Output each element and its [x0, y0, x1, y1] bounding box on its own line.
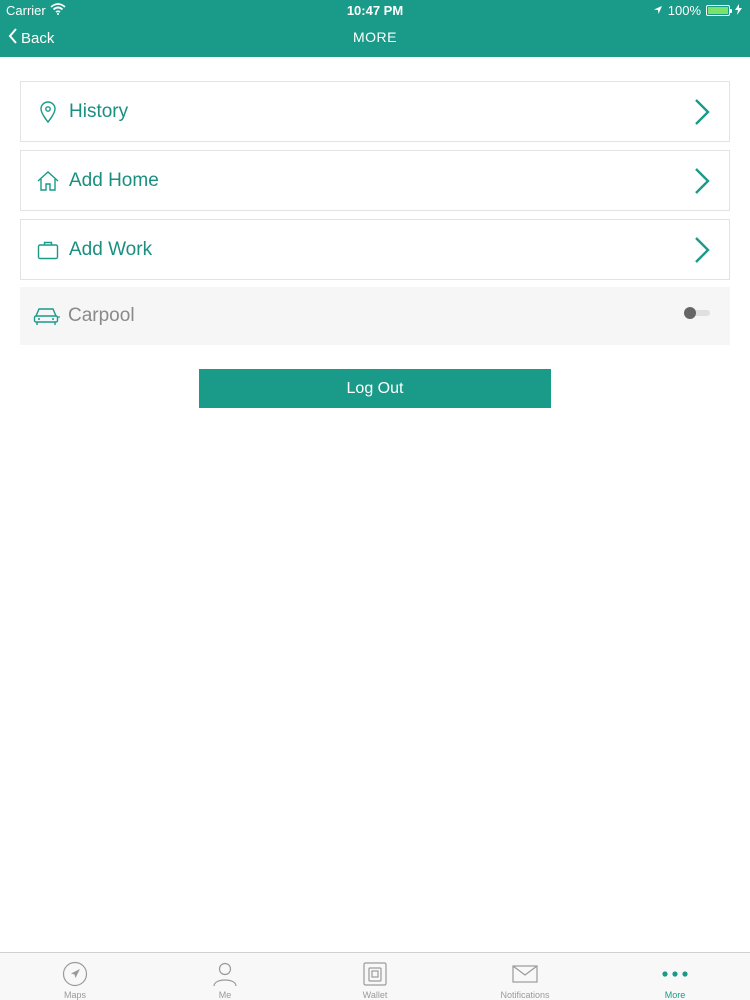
chevron-right-icon	[693, 98, 711, 126]
tab-label: Maps	[63, 990, 86, 1000]
battery-icon	[706, 5, 732, 16]
more-dots-icon	[661, 959, 689, 988]
wallet-icon	[362, 959, 388, 988]
more-screen: Carrier 10:47 PM 100% Back MORE History …	[0, 0, 750, 1000]
person-icon	[212, 959, 238, 988]
page-title: MORE	[353, 29, 397, 45]
tab-label: More	[664, 990, 686, 1000]
menu-item-label: History	[69, 100, 129, 122]
menu-item-add-work[interactable]: Add Work	[20, 219, 730, 280]
carpool-row: Carpool	[20, 287, 730, 345]
tab-maps[interactable]: Maps	[0, 953, 150, 1000]
chevron-right-icon	[693, 167, 711, 195]
tab-label: Notifications	[500, 990, 550, 1000]
status-right: 100%	[653, 3, 742, 18]
log-out-button[interactable]: Log Out	[199, 369, 551, 408]
battery-percent: 100%	[667, 3, 701, 18]
tab-notifications[interactable]: Notifications	[450, 953, 600, 1000]
status-bar: Carrier 10:47 PM 100%	[0, 0, 750, 22]
briefcase-icon	[33, 235, 63, 265]
tab-me[interactable]: Me	[150, 953, 300, 1000]
location-pin-icon	[33, 97, 63, 127]
tab-label: Wallet	[362, 990, 388, 1000]
top-bar: Carrier 10:47 PM 100% Back MORE	[0, 0, 750, 57]
menu-item-add-home[interactable]: Add Home	[20, 150, 730, 211]
status-time: 10:47 PM	[346, 3, 404, 18]
charging-icon	[735, 3, 742, 18]
carpool-toggle[interactable]	[684, 307, 712, 319]
compass-arrow-icon	[62, 959, 88, 988]
envelope-icon	[511, 959, 539, 988]
menu-item-label: Add Home	[69, 169, 159, 191]
location-arrow-icon	[653, 3, 663, 18]
car-icon	[32, 301, 62, 331]
carpool-label: Carpool	[68, 305, 135, 326]
home-icon	[33, 166, 63, 196]
navigation-bar: Back MORE	[0, 24, 750, 54]
tab-wallet[interactable]: Wallet	[300, 953, 450, 1000]
chevron-right-icon	[693, 236, 711, 264]
tab-more[interactable]: More	[600, 953, 750, 1000]
menu-item-history[interactable]: History	[20, 81, 730, 142]
tab-bar: Maps Me Wallet Notifications More	[0, 952, 750, 1000]
menu-item-label: Add Work	[69, 238, 153, 260]
tab-label: Me	[218, 990, 232, 1000]
